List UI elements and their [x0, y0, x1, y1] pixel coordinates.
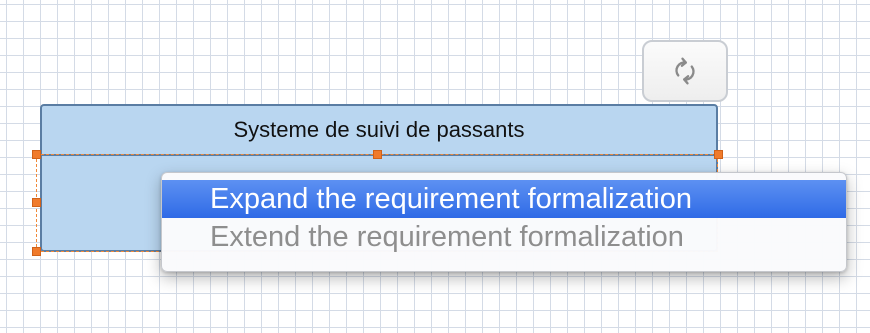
- resize-handle-top-right[interactable]: [714, 150, 723, 159]
- context-menu: Expand the requirement formalization Ext…: [161, 172, 847, 272]
- class-title: Systeme de suivi de passants: [42, 106, 716, 156]
- menu-item-extend: Extend the requirement formalization: [210, 221, 684, 253]
- resize-handle-top[interactable]: [373, 150, 382, 159]
- menu-item-expand[interactable]: Expand the requirement formalization: [162, 180, 846, 218]
- resize-handle-left[interactable]: [32, 198, 41, 207]
- resize-handle-bottom-left[interactable]: [32, 247, 41, 256]
- refresh-arrows-icon: [670, 56, 700, 86]
- resize-handle-top-left[interactable]: [32, 150, 41, 159]
- refresh-button[interactable]: [642, 40, 728, 102]
